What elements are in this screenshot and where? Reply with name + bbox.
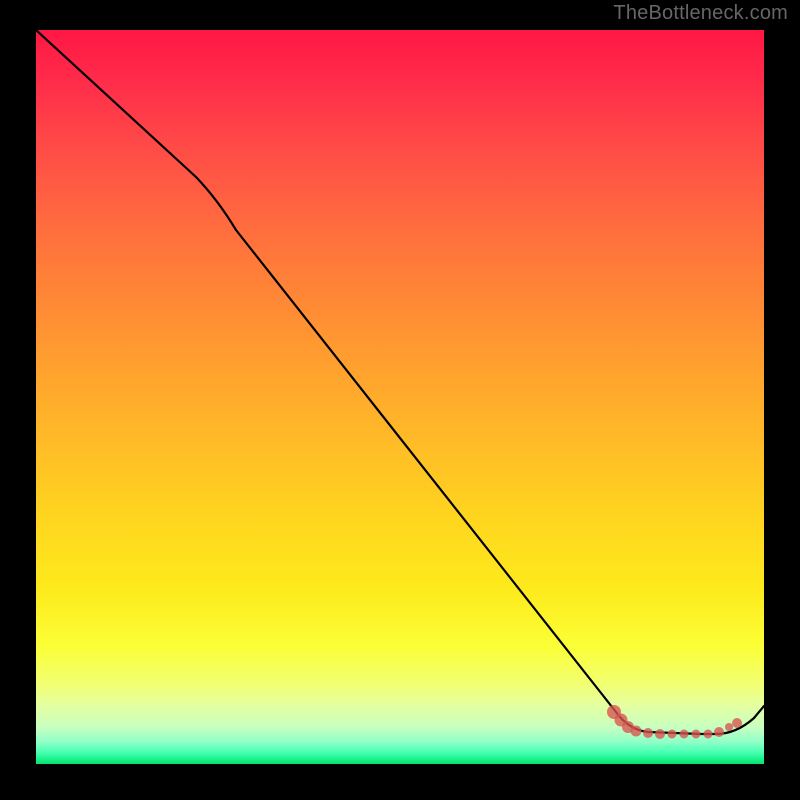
attribution-text: TheBottleneck.com: [613, 2, 788, 25]
marker-cluster: [607, 705, 742, 739]
plot-area: [36, 30, 764, 764]
bottleneck-curve: [36, 30, 764, 734]
figure-root: TheBottleneck.com: [0, 0, 800, 800]
curve-svg: [36, 30, 764, 764]
